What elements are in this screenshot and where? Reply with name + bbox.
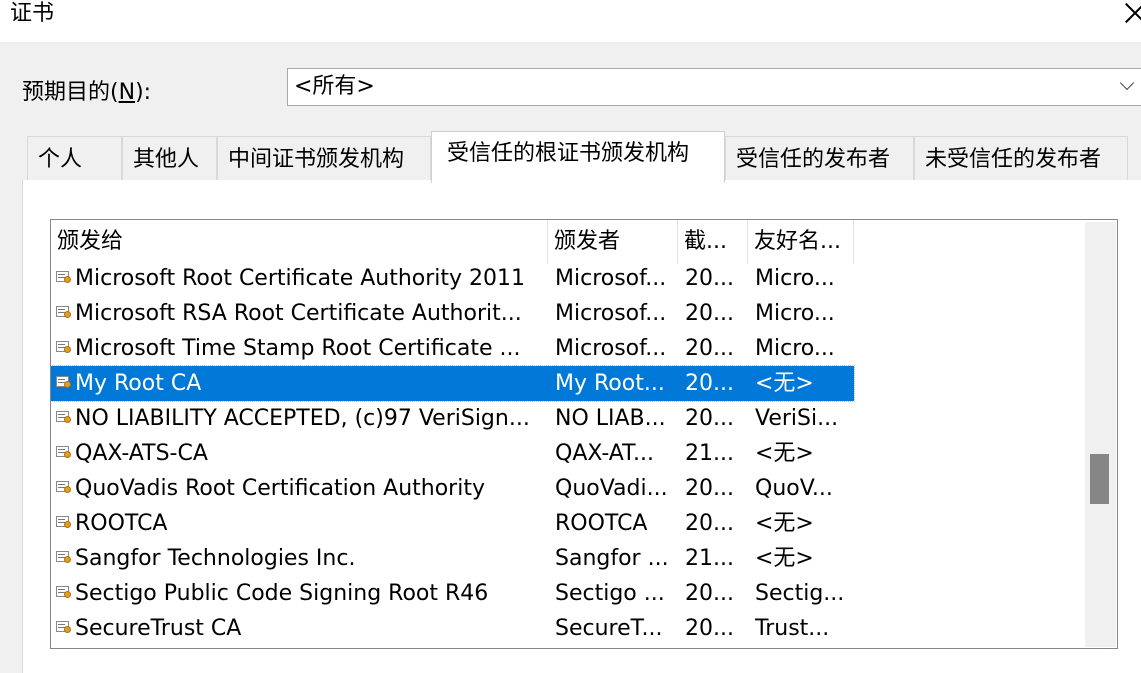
table-row[interactable]: QAX-ATS-CA QAX-AT... 21... <无> [51,436,854,471]
table-row[interactable]: Sectigo Public Code Signing Root R46 Sect… [51,576,854,611]
certificate-icon [56,375,72,389]
cell-friendly-name: Sectig... [755,581,845,606]
cell-expiration: 20... [685,336,734,361]
cell-friendly-name: Micro... [755,301,835,326]
cell-issued-to: QuoVadis Root Certification Authority [75,476,485,501]
cell-issued-by: ROOTCA [555,511,648,536]
tab-strip: 个人 其他人 中间证书颁发机构 受信任的根证书颁发机构 受信任的发布者 未受信任… [0,131,1141,183]
cell-issued-to: ROOTCA [75,511,168,536]
tab-untrusted-publishers[interactable]: 未受信任的发布者 [914,136,1128,181]
cell-expiration: 20... [685,616,734,641]
certificate-icon [56,270,72,284]
title-bar: 证书 [0,0,1141,42]
table-row[interactable]: Microsoft Root Certificate Authority 201… [51,261,854,296]
certificate-icon [56,550,72,564]
cell-issued-by: NO LIAB... [555,406,666,431]
cell-expiration: 20... [685,476,734,501]
table-row[interactable]: SecureTrust CA SecureT... 20... Trust... [51,611,854,646]
cell-friendly-name: Micro... [755,336,835,361]
certificate-icon [56,305,72,319]
cell-expiration: 21... [685,441,734,466]
cell-friendly-name: Micro... [755,266,835,291]
tab-trusted-root-ca[interactable]: 受信任的根证书颁发机构 [431,131,725,183]
cell-issued-to: Microsoft Root Certificate Authority 201… [75,266,526,291]
certificate-icon [56,620,72,634]
cell-friendly-name: Trust... [755,616,830,641]
cell-expiration: 20... [685,406,734,431]
cell-issued-to: SecureTrust CA [75,616,242,641]
table-row[interactable]: Microsoft RSA Root Certificate Authorit.… [51,296,854,331]
purpose-label-suffix: ): [135,80,152,105]
column-header-friendly-name[interactable]: 友好名... [748,220,854,264]
cell-friendly-name: <无> [755,546,814,571]
cell-issued-by: SecureT... [555,616,663,641]
cell-issued-by: Sangfor ... [555,546,669,571]
certificate-icon [56,585,72,599]
cell-expiration: 20... [685,581,734,606]
column-header-issued-to[interactable]: 颁发给 [51,220,548,264]
cell-issued-to: NO LIABILITY ACCEPTED, (c)97 VeriSign... [75,406,530,431]
cell-issued-to: My Root CA [75,371,202,396]
purpose-label-text: 预期目的( [22,80,119,105]
vertical-scrollbar[interactable] [1085,222,1116,647]
cell-expiration: 20... [685,301,734,326]
certificate-icon [56,515,72,529]
cell-expiration: 20... [685,511,734,536]
scrollbar-thumb[interactable] [1090,454,1109,504]
tab-personal[interactable]: 个人 [27,136,122,181]
table-row[interactable]: QuoVadis Root Certification Authority Quo… [51,471,854,506]
table-row[interactable]: My Root CA My Root... 20... <无> [51,365,855,402]
column-header-expiration[interactable]: 截... [678,220,748,264]
cell-issued-by: Microsof... [555,266,667,291]
table-row[interactable]: Microsoft Time Stamp Root Certificate ..… [51,331,854,366]
cell-issued-to: Microsoft RSA Root Certificate Authorit.… [75,301,522,326]
purpose-label-accesskey: N [118,80,136,105]
table-row[interactable]: ROOTCA ROOTCA 20... <无> [51,506,854,541]
column-header-issued-by[interactable]: 颁发者 [548,220,678,264]
cell-issued-to: Sangfor Technologies Inc. [75,546,356,571]
tab-intermediate-ca[interactable]: 中间证书颁发机构 [217,136,431,181]
certificate-list[interactable]: 颁发给 颁发者 截... 友好名... Microsoft Root Certi… [50,219,1118,649]
cell-issued-to: QAX-ATS-CA [75,441,208,466]
cell-issued-by: Sectigo ... [555,581,665,606]
cell-friendly-name: <无> [755,441,814,466]
certificate-icon [56,410,72,424]
cell-friendly-name: <无> [755,511,814,536]
purpose-label: 预期目的(N): [22,78,151,108]
cell-friendly-name: QuoV... [755,476,833,501]
cell-issued-to: Microsoft Time Stamp Root Certificate ..… [75,336,521,361]
cell-issued-to: Sectigo Public Code Signing Root R46 [75,581,489,606]
table-row[interactable]: Sangfor Technologies Inc. Sangfor ... 21..… [51,541,854,576]
cell-issued-by: My Root... [555,371,665,396]
certificate-icon [56,445,72,459]
cell-friendly-name: VeriSi... [755,406,839,431]
cell-issued-by: QAX-AT... [555,441,654,466]
certificate-icon [56,340,72,354]
cell-expiration: 20... [685,266,734,291]
cell-issued-by: Microsof... [555,301,667,326]
purpose-dropdown[interactable]: <所有> [287,68,1141,106]
tab-other-people[interactable]: 其他人 [122,136,217,181]
cell-expiration: 20... [685,371,734,396]
cell-friendly-name: <无> [755,371,814,396]
chevron-down-icon [1122,78,1134,90]
window-title: 证书 [10,1,55,26]
certificate-icon [56,480,72,494]
cell-issued-by: Microsof... [555,336,667,361]
purpose-selected-value: <所有> [294,74,375,99]
table-row[interactable]: NO LIABILITY ACCEPTED, (c)97 VeriSign...… [51,401,854,436]
close-icon[interactable] [1124,2,1141,24]
cell-expiration: 21... [685,546,734,571]
cell-issued-by: QuoVadi... [555,476,668,501]
tab-trusted-publishers[interactable]: 受信任的发布者 [725,136,914,181]
